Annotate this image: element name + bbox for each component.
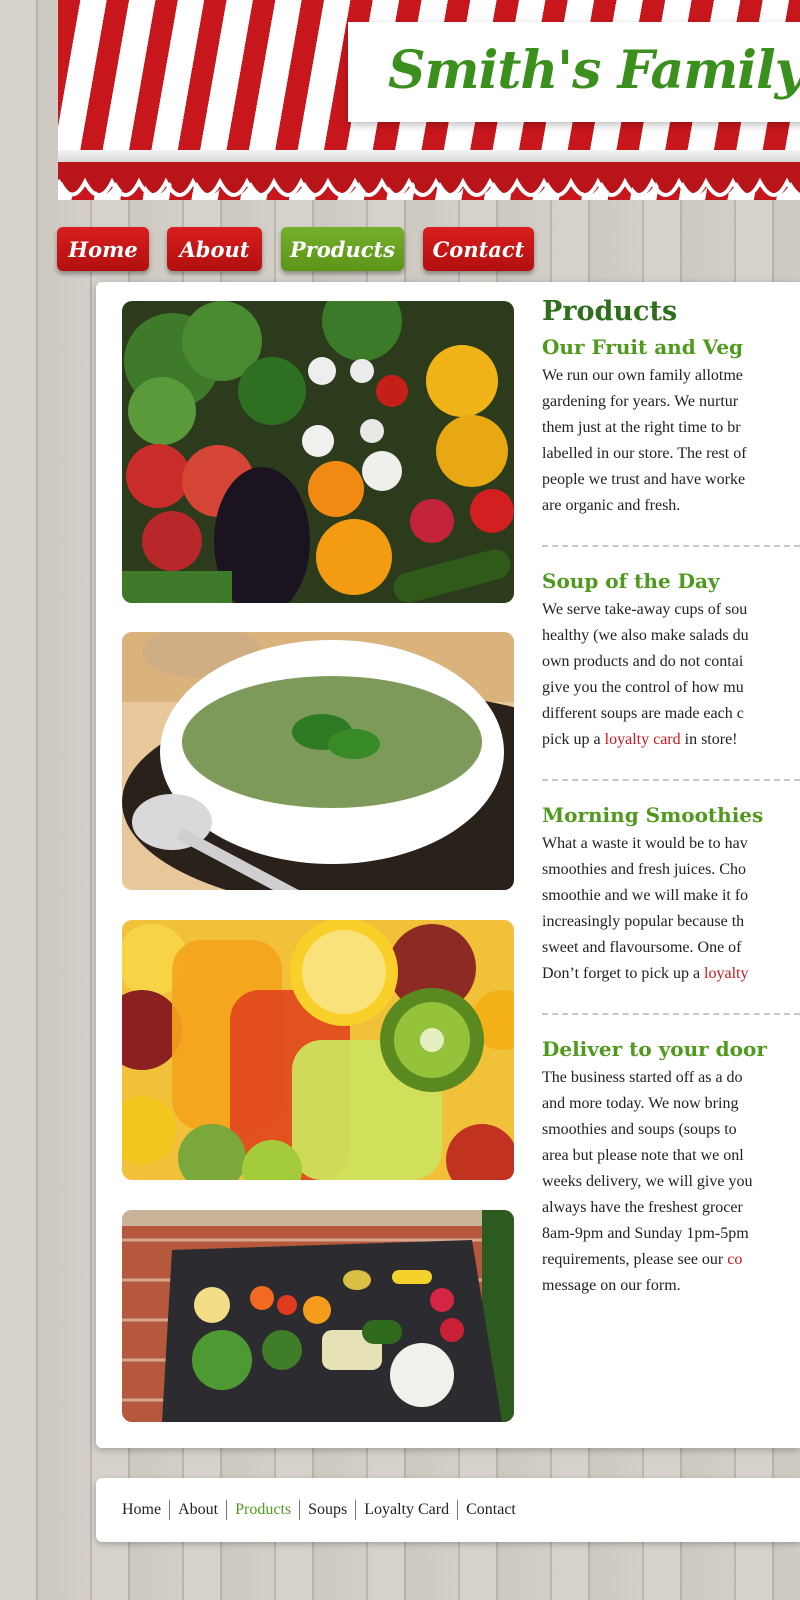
text-line: increasingly popular because th	[542, 913, 745, 930]
text-line: healthy (we also make salads du	[542, 627, 749, 644]
page: { "header": { "site_title": "Smith's Fam…	[0, 0, 800, 1600]
footer-divider	[355, 1500, 357, 1520]
text-line: smoothies and soups (soups to	[542, 1121, 737, 1138]
section-body-fruit-veg: We run our own family allotme gardening …	[542, 363, 800, 519]
section-heading-delivery: Deliver to your door	[542, 1037, 767, 1061]
text-fragment: pick up a	[542, 731, 605, 748]
awning-band	[58, 150, 800, 162]
text-line: are organic and fresh.	[542, 497, 681, 514]
text-line: smoothies and fresh juices. Cho	[542, 861, 746, 878]
section-body-soup: We serve take-away cups of sou healthy (…	[542, 597, 800, 753]
text-fragment: requirements, please see our	[542, 1251, 728, 1268]
text-line: and more today. We now bring	[542, 1095, 739, 1112]
text-line: smoothie and we will make it fo	[542, 887, 749, 904]
awning-header: Smith's Family Gree	[58, 0, 800, 215]
text-line: weeks delivery, we will give you	[542, 1173, 753, 1190]
text-line: own products and do not contai	[542, 653, 744, 670]
awning-scallops	[58, 162, 800, 197]
text-line: give you the control of how mu	[542, 679, 744, 696]
footer-link-home[interactable]: Home	[122, 1501, 161, 1519]
footer-link-about[interactable]: About	[178, 1501, 218, 1519]
section-divider	[542, 1013, 800, 1015]
text-line: We serve take-away cups of sou	[542, 601, 748, 618]
section-heading-soup: Soup of the Day	[542, 569, 720, 593]
footer-link-soups[interactable]: Soups	[308, 1501, 347, 1519]
nav-products-button[interactable]: Products	[281, 227, 404, 271]
text-line: requirements, please see our co	[542, 1247, 800, 1273]
site-title: Smith's Family Gree	[388, 40, 800, 101]
text-line: sweet and flavoursome. One of	[542, 939, 742, 956]
text-line: pick up a loyalty card in store!	[542, 727, 800, 753]
footer-link-contact[interactable]: Contact	[466, 1501, 516, 1519]
section-heading-fruit-veg: Our Fruit and Veg	[542, 335, 744, 359]
footer-divider	[299, 1500, 301, 1520]
text-line: always have the freshest grocer	[542, 1199, 743, 1216]
footer-link-products[interactable]: Products	[235, 1501, 291, 1519]
nav-about-button[interactable]: About	[167, 227, 262, 271]
text-fragment: in store!	[680, 731, 738, 748]
loyalty-card-link[interactable]: loyalty	[704, 965, 748, 982]
page-title: Products	[542, 296, 678, 327]
footer: Home About Products Soups Loyalty Card C…	[96, 1478, 800, 1542]
text-line: message on our form.	[542, 1277, 681, 1294]
text-line: gardening for years. We nurtur	[542, 393, 739, 410]
section-divider	[542, 779, 800, 781]
footer-divider	[457, 1500, 459, 1520]
contact-link[interactable]: co	[727, 1251, 742, 1268]
nav-contact-button[interactable]: Contact	[423, 227, 534, 271]
loyalty-card-link[interactable]: loyalty card	[605, 731, 681, 748]
fruit-veg-photo	[122, 301, 514, 603]
text-line: 8am-9pm and Sunday 1pm-5pm	[542, 1225, 749, 1242]
section-heading-smoothies: Morning Smoothies	[542, 803, 764, 827]
text-line: area but please note that we onl	[542, 1147, 744, 1164]
delivery-crate-photo	[122, 1210, 514, 1422]
footer-nav: Home About Products Soups Loyalty Card C…	[122, 1500, 516, 1520]
soup-photo	[122, 632, 514, 890]
text-line: different soups are made each c	[542, 705, 744, 722]
nav-home-button[interactable]: Home	[57, 227, 149, 271]
smoothies-photo	[122, 920, 514, 1180]
text-line: The business started off as a do	[542, 1069, 743, 1086]
text-line: We run our own family allotme	[542, 367, 743, 384]
footer-divider	[169, 1500, 171, 1520]
text-line: labelled in our store. The rest of	[542, 445, 747, 462]
title-sign: Smith's Family Gree	[348, 22, 800, 122]
text-line: people we trust and have worke	[542, 471, 746, 488]
text-line: What a waste it would be to hav	[542, 835, 748, 852]
footer-divider	[226, 1500, 228, 1520]
text-line: Don’t forget to pick up a loyalty	[542, 961, 800, 987]
text-fragment: Don’t forget to pick up a	[542, 965, 705, 982]
products-text-column: Products Our Fruit and Veg We run our ow…	[542, 296, 800, 1326]
section-divider	[542, 545, 800, 547]
text-line: them just at the right time to br	[542, 419, 741, 436]
section-body-smoothies: What a waste it would be to hav smoothie…	[542, 831, 800, 987]
section-body-delivery: The business started off as a do and mor…	[542, 1065, 800, 1299]
footer-link-loyalty-card[interactable]: Loyalty Card	[364, 1501, 449, 1519]
